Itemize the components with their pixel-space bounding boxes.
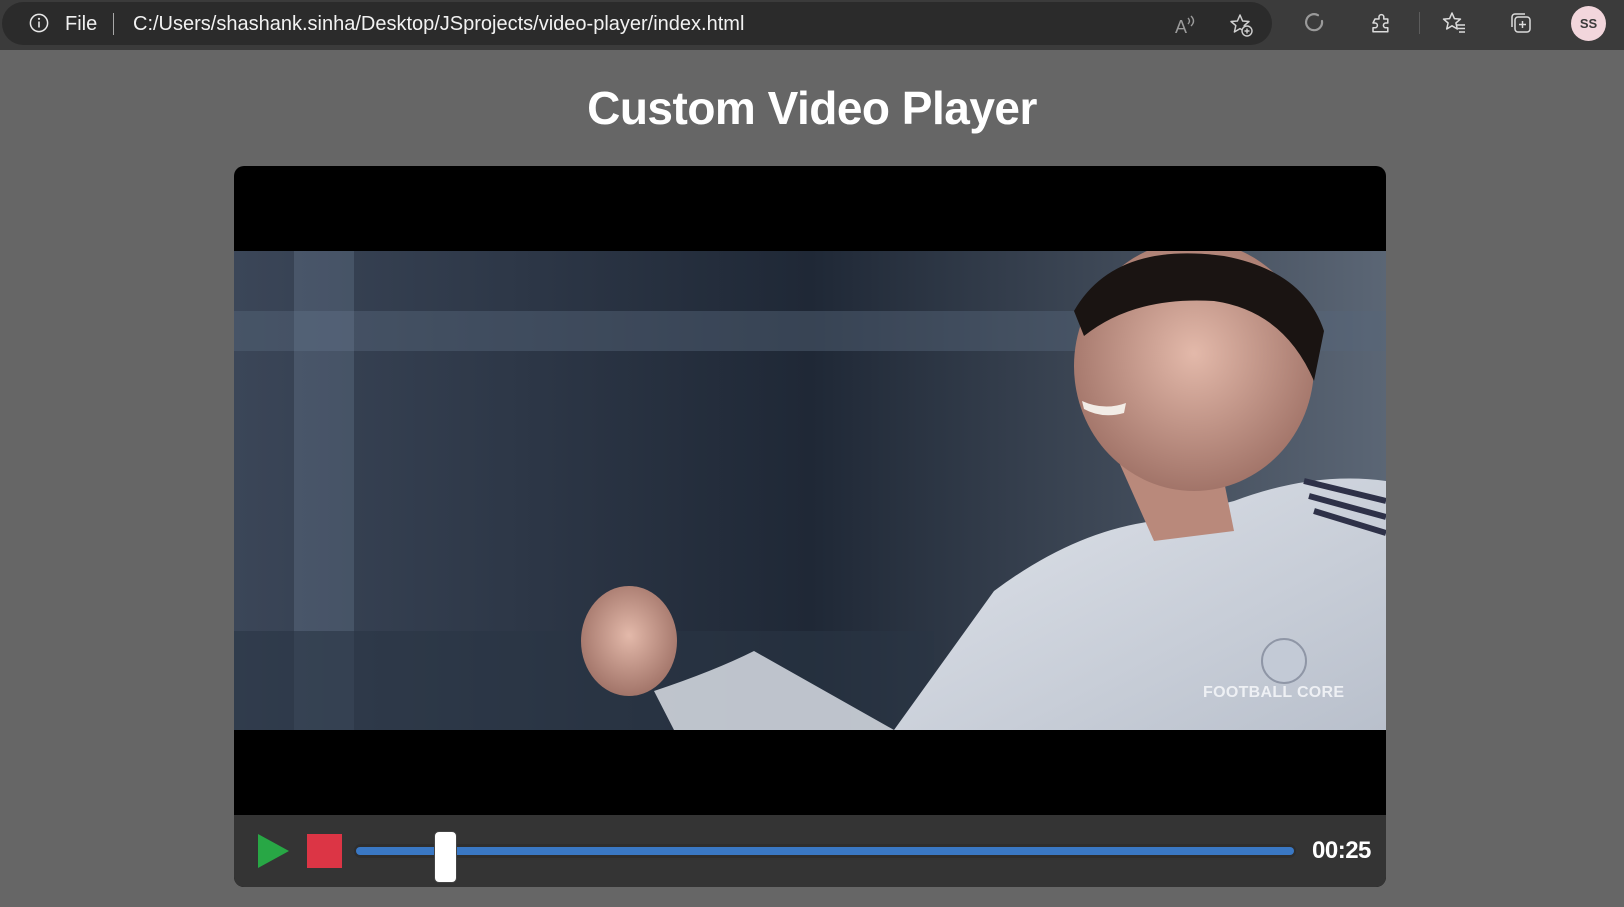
address-bar[interactable]: File C:/Users/shashank.sinha/Desktop/JSp… [2, 2, 1272, 45]
video-watermark: FOOTBALL CORE [1203, 684, 1345, 701]
profile-avatar[interactable]: SS [1571, 6, 1606, 41]
progress-thumb[interactable] [434, 831, 457, 883]
page-title: Custom Video Player [587, 82, 1037, 134]
video-frame-image [234, 251, 1386, 730]
progress-track-fill [356, 847, 1294, 855]
play-icon [258, 834, 289, 868]
video-player: FOOTBALL CORE 00:25 [234, 166, 1386, 887]
file-scheme-label: File [65, 13, 98, 35]
extensions-icon[interactable] [1369, 10, 1395, 36]
add-favorite-icon[interactable] [1228, 12, 1254, 38]
address-text[interactable]: C:/Users/shashank.sinha/Desktop/JSprojec… [133, 12, 744, 36]
collections-icon[interactable] [1508, 10, 1534, 36]
current-time: 00:25 [1312, 837, 1371, 864]
favorites-icon[interactable] [1441, 10, 1467, 36]
browser-toolbar: File C:/Users/shashank.sinha/Desktop/JSp… [0, 0, 1624, 50]
info-icon[interactable] [29, 13, 49, 33]
progress-slider[interactable] [354, 831, 1296, 883]
toolbar-divider [1419, 12, 1420, 34]
read-aloud-icon[interactable]: A [1172, 12, 1198, 38]
refresh-icon[interactable] [1302, 10, 1328, 36]
play-button[interactable] [256, 833, 290, 869]
video-screen[interactable]: FOOTBALL CORE [234, 251, 1386, 730]
address-separator [113, 13, 114, 35]
player-controls: 00:25 [234, 815, 1386, 887]
stop-button[interactable] [307, 834, 342, 868]
svg-text:A: A [1175, 17, 1187, 37]
